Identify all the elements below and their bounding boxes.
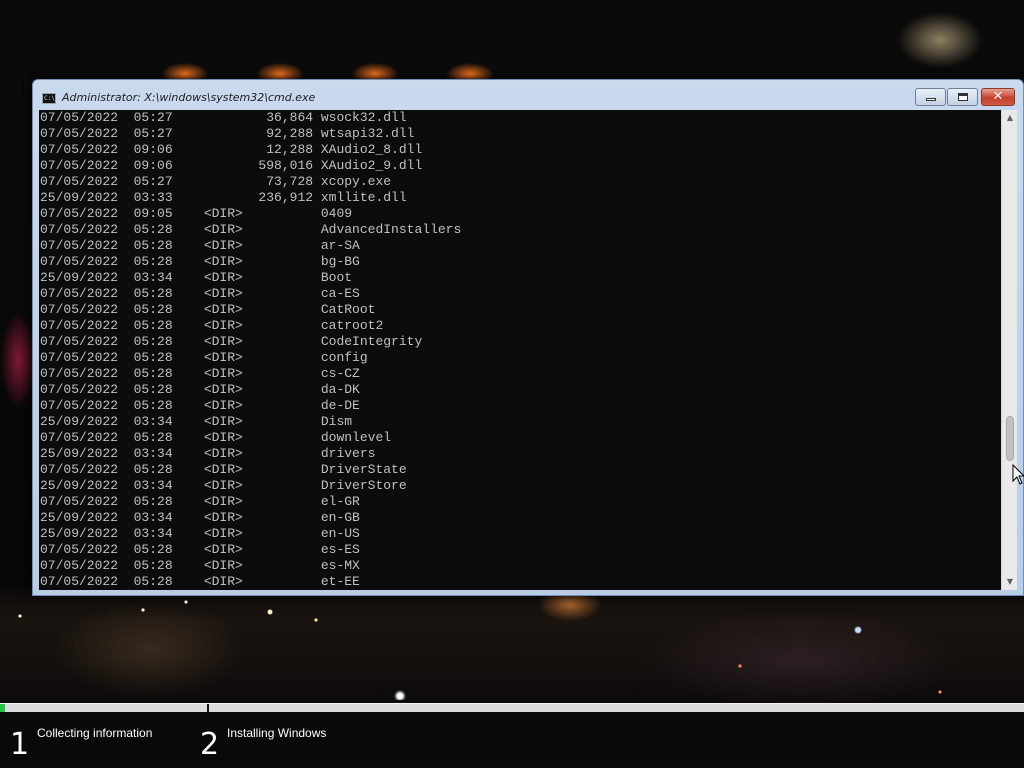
mouse-pointer-icon <box>1012 464 1024 485</box>
console-line: 07/05/2022 05:28 <DIR> es-MX <box>40 558 360 573</box>
console-line: 07/05/2022 05:28 <DIR> CatRoot <box>40 302 376 317</box>
console-line: 07/05/2022 05:28 <DIR> ca-ES <box>40 286 360 301</box>
console-line: 07/05/2022 05:28 <DIR> es-ES <box>40 542 360 557</box>
console-line: 07/05/2022 05:28 <DIR> AdvancedInstaller… <box>40 222 462 237</box>
console-line: 07/05/2022 05:28 <DIR> DriverState <box>40 462 407 477</box>
console-line: 07/05/2022 05:27 92,288 wtsapi32.dll <box>40 126 415 141</box>
console-line: 07/05/2022 05:28 <DIR> bg-BG <box>40 254 360 269</box>
window-title: Administrator: X:\windows\system32\cmd.e… <box>62 91 316 104</box>
maximize-button[interactable] <box>947 88 978 106</box>
wallpaper-city-lights <box>0 596 1024 700</box>
console-line: 07/05/2022 05:28 <DIR> da-DK <box>40 382 360 397</box>
step-2-label: Installing Windows <box>227 726 327 740</box>
console-line: 25/09/2022 03:33 236,912 xmllite.dll <box>40 190 407 205</box>
console-line: 07/05/2022 05:27 73,728 xcopy.exe <box>40 174 392 189</box>
console-line: 07/05/2022 05:28 <DIR> CodeIntegrity <box>40 334 423 349</box>
setup-progress-bar <box>0 703 1024 712</box>
maximize-icon <box>958 93 968 101</box>
console-line: 07/05/2022 05:28 <DIR> ar-SA <box>40 238 360 253</box>
progress-step-divider <box>207 704 209 712</box>
console-line: 07/05/2022 05:27 36,864 wsock32.dll <box>40 110 407 125</box>
scroll-up-arrow-icon[interactable]: ▲ <box>1002 110 1018 126</box>
scrollbar-thumb[interactable] <box>1006 416 1014 461</box>
console-line: 25/09/2022 03:34 <DIR> Boot <box>40 270 353 285</box>
minimize-icon <box>926 98 936 101</box>
step-1-number: 1 <box>10 727 30 762</box>
console-line: 07/05/2022 09:06 12,288 XAudio2_8.dll <box>40 142 423 157</box>
console-line: 07/05/2022 09:06 598,016 XAudio2_9.dll <box>40 158 423 173</box>
console-line: 07/05/2022 05:28 <DIR> el-GR <box>40 494 360 509</box>
console-line: 07/05/2022 05:28 <DIR> downlevel <box>40 430 392 445</box>
console-line: 25/09/2022 03:34 <DIR> drivers <box>40 446 376 461</box>
console-line: 25/09/2022 03:34 <DIR> Dism <box>40 414 353 429</box>
cmd-window[interactable]: C:\ Administrator: X:\windows\system32\c… <box>32 79 1024 596</box>
close-icon: ✕ <box>992 89 1004 104</box>
close-button[interactable]: ✕ <box>981 88 1015 106</box>
console-line: 07/05/2022 09:05 <DIR> 0409 <box>40 206 353 221</box>
console-line: 07/05/2022 05:28 <DIR> et-EE <box>40 574 360 589</box>
vertical-scrollbar[interactable]: ▲ ▼ <box>1001 110 1017 590</box>
console-line: 07/05/2022 05:28 <DIR> de-DE <box>40 398 360 413</box>
window-titlebar[interactable]: C:\ Administrator: X:\windows\system32\c… <box>33 80 1023 110</box>
console-line: 25/09/2022 03:34 <DIR> DriverStore <box>40 478 407 493</box>
console-line: 07/05/2022 05:28 <DIR> catroot2 <box>40 318 384 333</box>
step-2-number: 2 <box>200 727 220 762</box>
console-line: 07/05/2022 05:28 <DIR> cs-CZ <box>40 366 360 381</box>
console-icon[interactable]: C:\ <box>42 93 56 104</box>
setup-progress-fill <box>0 704 5 712</box>
console-line: 25/09/2022 03:34 <DIR> en-US <box>40 526 360 541</box>
minimize-button[interactable] <box>915 88 946 106</box>
scroll-down-arrow-icon[interactable]: ▼ <box>1002 574 1018 590</box>
console-line: 07/05/2022 05:28 <DIR> config <box>40 350 368 365</box>
step-1-label: Collecting information <box>37 726 153 740</box>
console-line: 25/09/2022 03:34 <DIR> en-GB <box>40 510 360 525</box>
console-output[interactable]: 07/05/2022 05:27 36,864 wsock32.dll 07/05… <box>39 110 1001 590</box>
